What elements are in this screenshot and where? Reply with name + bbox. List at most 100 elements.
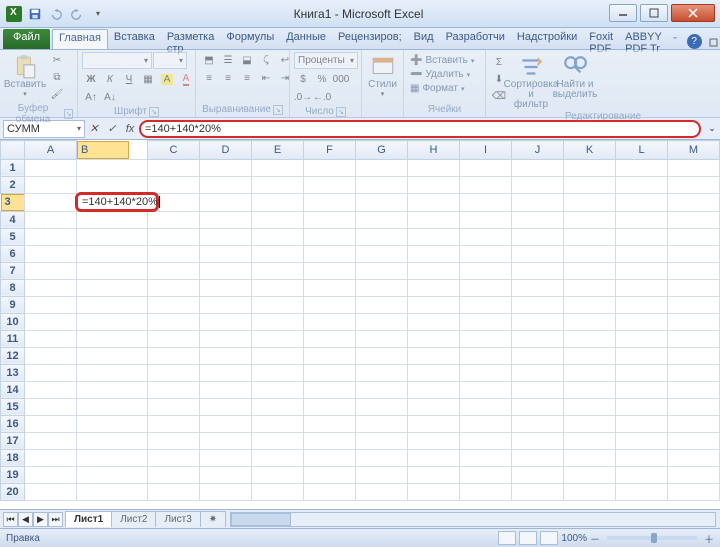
cell[interactable] bbox=[252, 381, 304, 398]
view-layout-icon[interactable] bbox=[519, 531, 537, 545]
col-header[interactable]: K bbox=[564, 141, 616, 160]
cell[interactable] bbox=[200, 466, 252, 483]
cell[interactable] bbox=[408, 245, 460, 262]
cell[interactable] bbox=[148, 245, 200, 262]
cell[interactable] bbox=[304, 483, 356, 500]
cell[interactable] bbox=[512, 398, 564, 415]
cell[interactable] bbox=[304, 245, 356, 262]
cell[interactable] bbox=[564, 364, 616, 381]
row-header[interactable]: 7 bbox=[1, 262, 25, 279]
font-name-select[interactable]: ▾ bbox=[82, 52, 152, 69]
row-header[interactable]: 8 bbox=[1, 279, 25, 296]
close-button[interactable] bbox=[671, 4, 715, 22]
align-bottom-icon[interactable]: ⬓ bbox=[238, 52, 256, 68]
comma-icon[interactable]: 000 bbox=[332, 71, 350, 87]
view-pagebreak-icon[interactable] bbox=[540, 531, 558, 545]
find-select-button[interactable]: Найти и выделить bbox=[554, 52, 596, 100]
cell[interactable] bbox=[77, 245, 148, 262]
cell[interactable] bbox=[512, 347, 564, 364]
row-header[interactable]: 17 bbox=[1, 432, 25, 449]
col-header[interactable]: A bbox=[25, 141, 77, 160]
paste-button[interactable]: Вставить ▾ bbox=[4, 52, 46, 98]
cell[interactable] bbox=[512, 262, 564, 279]
row-header[interactable]: 5 bbox=[1, 228, 25, 245]
cell[interactable] bbox=[304, 262, 356, 279]
cell[interactable] bbox=[356, 193, 408, 211]
row-header[interactable]: 4 bbox=[1, 211, 25, 228]
cell[interactable] bbox=[25, 415, 77, 432]
cell[interactable] bbox=[616, 176, 668, 193]
cell[interactable] bbox=[304, 330, 356, 347]
cell[interactable] bbox=[200, 449, 252, 466]
cell[interactable] bbox=[512, 313, 564, 330]
cell[interactable] bbox=[668, 483, 720, 500]
cell[interactable] bbox=[252, 483, 304, 500]
font-launcher[interactable]: ↘ bbox=[149, 107, 159, 117]
row-header[interactable]: 6 bbox=[1, 245, 25, 262]
cell[interactable] bbox=[25, 483, 77, 500]
cell[interactable] bbox=[616, 211, 668, 228]
row-header[interactable]: 10 bbox=[1, 313, 25, 330]
cell[interactable] bbox=[460, 245, 512, 262]
row-header[interactable]: 15 bbox=[1, 398, 25, 415]
styles-button[interactable]: Стили▾ bbox=[366, 52, 399, 98]
cell[interactable] bbox=[252, 211, 304, 228]
cell[interactable] bbox=[564, 449, 616, 466]
currency-icon[interactable]: $ bbox=[294, 71, 312, 87]
cell[interactable] bbox=[304, 432, 356, 449]
cell[interactable] bbox=[148, 176, 200, 193]
autosum-icon[interactable]: Σ bbox=[490, 54, 508, 70]
cell[interactable] bbox=[25, 313, 77, 330]
cell[interactable] bbox=[408, 193, 460, 211]
cell[interactable] bbox=[668, 398, 720, 415]
cell[interactable] bbox=[25, 211, 77, 228]
clear-icon[interactable]: ⌫ bbox=[490, 88, 508, 104]
cell[interactable] bbox=[668, 159, 720, 176]
cell[interactable] bbox=[77, 449, 148, 466]
maximize-button[interactable] bbox=[640, 4, 668, 22]
cell[interactable] bbox=[668, 432, 720, 449]
cell[interactable] bbox=[668, 279, 720, 296]
cell[interactable] bbox=[252, 193, 304, 211]
cell[interactable] bbox=[408, 364, 460, 381]
tab-data[interactable]: Данные bbox=[280, 29, 332, 49]
cell[interactable] bbox=[356, 398, 408, 415]
decrease-indent-icon[interactable]: ⇤ bbox=[257, 70, 275, 86]
align-right-icon[interactable]: ≡ bbox=[238, 70, 256, 86]
cell[interactable] bbox=[200, 279, 252, 296]
cell[interactable] bbox=[25, 364, 77, 381]
cell[interactable] bbox=[356, 159, 408, 176]
sheet-tab-1[interactable]: Лист1 bbox=[65, 511, 112, 527]
cell[interactable] bbox=[616, 347, 668, 364]
cell[interactable] bbox=[356, 330, 408, 347]
cell[interactable] bbox=[148, 262, 200, 279]
cell[interactable] bbox=[200, 262, 252, 279]
cell[interactable] bbox=[77, 228, 148, 245]
cell[interactable] bbox=[460, 398, 512, 415]
cell[interactable] bbox=[304, 415, 356, 432]
cell[interactable] bbox=[148, 432, 200, 449]
cell[interactable] bbox=[564, 415, 616, 432]
cell[interactable] bbox=[304, 381, 356, 398]
cell[interactable] bbox=[148, 381, 200, 398]
cell[interactable] bbox=[460, 381, 512, 398]
row-header[interactable]: 18 bbox=[1, 449, 25, 466]
cell[interactable] bbox=[304, 296, 356, 313]
cell[interactable] bbox=[77, 347, 148, 364]
cell[interactable] bbox=[616, 228, 668, 245]
fill-color-icon[interactable]: A bbox=[158, 71, 176, 87]
cell[interactable] bbox=[460, 296, 512, 313]
cell[interactable] bbox=[200, 228, 252, 245]
cell[interactable] bbox=[564, 176, 616, 193]
cell[interactable] bbox=[564, 398, 616, 415]
tab-foxit[interactable]: Foxit PDF bbox=[583, 29, 619, 49]
col-header[interactable]: F bbox=[304, 141, 356, 160]
select-all-corner[interactable] bbox=[1, 141, 25, 160]
active-cell-edit[interactable]: =140+140*20% bbox=[75, 192, 159, 212]
cell[interactable] bbox=[25, 228, 77, 245]
cell[interactable] bbox=[356, 466, 408, 483]
cell[interactable] bbox=[148, 211, 200, 228]
sheet-nav-first-icon[interactable]: ⏮ bbox=[3, 512, 18, 527]
cell[interactable] bbox=[460, 313, 512, 330]
cell[interactable] bbox=[408, 381, 460, 398]
